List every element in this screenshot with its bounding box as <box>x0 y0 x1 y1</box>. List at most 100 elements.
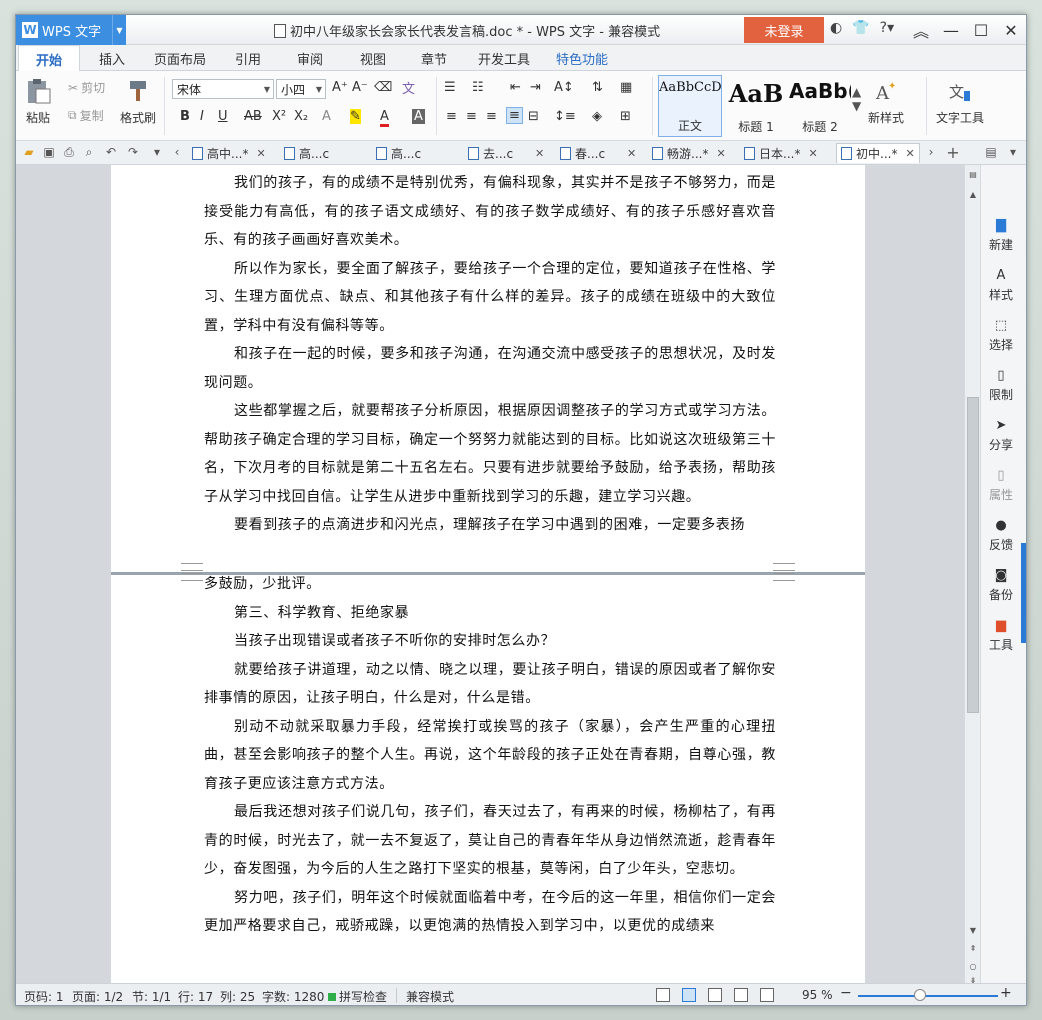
tab-chapter[interactable]: 章节 <box>410 45 458 71</box>
close-icon[interactable]: ✕ <box>996 15 1026 45</box>
text-tools-button[interactable]: 文 文字工具 <box>936 77 984 126</box>
italic-icon[interactable]: I <box>200 109 204 124</box>
paragraph[interactable]: 当孩子出现错误或者孩子不听你的安排时怎么办？ <box>204 627 776 656</box>
shrink-font-icon[interactable]: A⁻ <box>352 80 368 95</box>
side-panel-expand-handle[interactable] <box>1021 543 1026 643</box>
zoom-slider-handle[interactable] <box>914 989 926 1001</box>
new-tab-icon[interactable]: + <box>946 143 960 162</box>
decrease-indent-icon[interactable]: ⇤ <box>510 80 521 95</box>
side-styles[interactable]: A 样式 <box>981 267 1021 303</box>
status-page-code[interactable]: 页码: 1 <box>24 988 64 1005</box>
cut-button[interactable]: ✂ 剪切 <box>68 79 105 96</box>
redo-icon[interactable]: ↷ <box>126 145 140 159</box>
chevron-down-icon[interactable]: ▼ <box>112 15 126 45</box>
doc-tab[interactable]: 去...c ✕ <box>468 143 544 163</box>
zoom-out-icon[interactable]: − <box>840 985 852 1001</box>
tab-page-layout[interactable]: 页面布局 <box>148 45 212 71</box>
style-heading-1[interactable]: AaB 标题 1 <box>724 75 788 137</box>
paragraph[interactable]: 和孩子在一起的时候，要多和孩子沟通，在沟通交流中感受孩子的思想状况，及时发现问题… <box>204 340 776 397</box>
customize-toolbar-icon[interactable]: ▾ <box>150 145 164 159</box>
zoom-slider[interactable] <box>858 995 998 997</box>
side-new[interactable]: ▇ 新建 <box>981 217 1021 253</box>
zoom-in-icon[interactable]: + <box>1000 985 1012 1001</box>
close-icon[interactable]: ✕ <box>627 147 636 160</box>
login-button[interactable]: 未登录 <box>744 17 824 43</box>
bullet-list-icon[interactable]: ☰ <box>444 80 456 95</box>
vertical-scrollbar[interactable]: ▤ ▲ ▼ ⇞ ○ ⇟ <box>964 165 981 985</box>
save-icon[interactable]: ▣ <box>42 145 56 159</box>
borders-icon[interactable]: ⊞ <box>620 109 631 124</box>
format-painter-button[interactable]: 格式刷 <box>120 77 156 126</box>
strikethrough-icon[interactable]: AB <box>244 109 262 124</box>
line-spacing-icon[interactable]: ↕≡ <box>554 109 576 124</box>
paragraph[interactable]: 就要给孩子讲道理，动之以情、晓之以理，要让孩子明白，错误的原因或者了解你安排事情… <box>204 656 776 713</box>
doc-tab-active[interactable]: 初中...* ✕ <box>836 143 920 163</box>
tab-special-features[interactable]: 特色功能 <box>550 45 614 71</box>
prev-page-icon[interactable]: ⇞ <box>965 941 981 955</box>
paragraph[interactable]: 别动不动就采取暴力手段，经常挨打或挨骂的孩子（家暴），会产生严重的心理扭曲，甚至… <box>204 713 776 799</box>
side-feedback[interactable]: ● 反馈 <box>981 517 1021 553</box>
superscript-icon[interactable]: X² <box>272 109 286 124</box>
tab-scroll-left-icon[interactable]: ‹ <box>170 145 184 159</box>
style-heading-2[interactable]: AaBb( 标题 2 <box>788 75 852 137</box>
side-tools[interactable]: ▆ 工具 <box>981 617 1021 653</box>
page-2[interactable]: 多鼓励，少批评。 第三、科学教育、拒绝家暴 当孩子出现错误或者孩子不听你的安排时… <box>111 573 865 983</box>
skin-icon[interactable]: ◐ <box>830 20 842 36</box>
zoom-level[interactable]: 95 % <box>802 988 833 1002</box>
wps-app-menu-button[interactable]: W WPS 文字 ▼ <box>16 15 126 45</box>
font-name-select[interactable]: 宋体 ▼ <box>172 79 274 99</box>
web-view-icon[interactable] <box>734 988 748 1002</box>
status-section[interactable]: 节: 1/1 <box>132 988 171 1005</box>
sort-icon[interactable]: ⇅ <box>592 80 603 95</box>
paragraph[interactable]: 所以作为家长，要全面了解孩子，要给孩子一个合理的定位，要知道孩子在性格、学习、生… <box>204 255 776 341</box>
side-select[interactable]: ⬚ 选择 <box>981 317 1021 353</box>
paste-button[interactable]: 粘贴 <box>24 77 52 126</box>
tab-view[interactable]: 视图 <box>349 45 397 71</box>
section-heading[interactable]: 第三、科学教育、拒绝家暴 <box>204 599 776 628</box>
paragraph[interactable]: 最后我还想对孩子们说几句，孩子们，春天过去了，有再来的时候，杨柳枯了，有再青的时… <box>204 798 776 884</box>
distribute-icon[interactable]: ⊟ <box>528 109 539 124</box>
table-border-icon[interactable]: ▦ <box>620 80 632 95</box>
paragraph[interactable]: 这些都掌握之后，就要帮孩子分析原因，根据原因调整孩子的学习方式或学习方法。帮助孩… <box>204 397 776 511</box>
undo-icon[interactable]: ↶ <box>104 145 118 159</box>
status-col[interactable]: 列: 25 <box>220 988 255 1005</box>
bold-icon[interactable]: B <box>180 109 190 124</box>
tab-home[interactable]: 开始 <box>18 45 80 72</box>
scroll-down-icon[interactable]: ▼ <box>965 923 981 937</box>
new-style-button[interactable]: A ✦ 新样式 <box>868 77 904 126</box>
highlight-icon[interactable]: ✎ <box>350 109 361 124</box>
paragraph[interactable]: 多鼓励，少批评。 <box>204 570 776 599</box>
scroll-thumb[interactable] <box>967 397 979 713</box>
document-canvas[interactable]: 我们的孩子，有的成绩不是特别优秀，有偏科现象，其实并不是孩子不够努力，而是接受能… <box>16 165 964 983</box>
doc-tab[interactable]: 高...c <box>284 143 329 163</box>
status-word-count[interactable]: 字数: 1280 <box>262 988 324 1005</box>
style-normal[interactable]: AaBbCcD 正文 <box>658 75 722 137</box>
increase-indent-icon[interactable]: ⇥ <box>530 80 541 95</box>
justify-icon[interactable]: ≡ <box>506 107 523 124</box>
paragraph[interactable]: 努力吧，孩子们，明年这个时候就面临着中考，在今后的这一年里，相信你们一定会更加严… <box>204 884 776 941</box>
outline-view-icon[interactable] <box>708 988 722 1002</box>
font-color-icon[interactable]: A <box>380 109 389 127</box>
page-view-icon[interactable] <box>682 988 696 1002</box>
subscript-icon[interactable]: X₂ <box>294 109 308 124</box>
collapse-ribbon-icon[interactable]: ︽ <box>906 15 936 45</box>
char-shading-icon[interactable]: A <box>412 109 425 124</box>
close-icon[interactable]: ✕ <box>808 147 817 160</box>
close-icon[interactable]: ✕ <box>905 147 914 160</box>
shading-icon[interactable]: ◈ <box>592 109 602 124</box>
page-1[interactable]: 我们的孩子，有的成绩不是特别优秀，有偏科现象，其实并不是孩子不够努力，而是接受能… <box>111 165 865 573</box>
shirt-icon[interactable]: 👕 <box>852 20 869 36</box>
browse-object-icon[interactable]: ○ <box>965 959 981 973</box>
spell-check-toggle[interactable]: 拼写检查 <box>328 988 387 1005</box>
text-effect-icon[interactable]: A <box>322 109 331 124</box>
align-right-icon[interactable]: ≡ <box>486 109 497 124</box>
font-size-select[interactable]: 小四 ▼ <box>276 79 326 99</box>
tab-scroll-right-icon[interactable]: › <box>924 145 938 159</box>
status-row[interactable]: 行: 17 <box>178 988 213 1005</box>
tab-insert[interactable]: 插入 <box>88 45 136 71</box>
close-icon[interactable]: ✕ <box>535 147 544 160</box>
clear-format-icon[interactable]: ⌫ <box>374 80 392 95</box>
reading-view-icon[interactable] <box>760 988 774 1002</box>
tab-review[interactable]: 审阅 <box>286 45 334 71</box>
scroll-up-icon[interactable]: ▲ <box>965 187 981 201</box>
